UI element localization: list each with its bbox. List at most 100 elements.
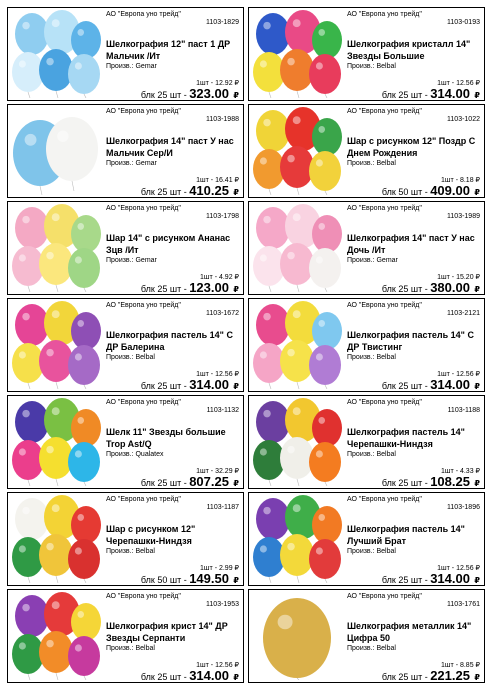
product-row: АО "Европа уно трейд" 1103-1798 Шар 14" … xyxy=(7,201,485,295)
product-card[interactable]: АО "Европа уно трейд" 1103-1896 Шелкогра… xyxy=(248,492,485,586)
block-price: блк 25 шт - 380.00 ₽ xyxy=(382,281,480,296)
balloon-string xyxy=(324,578,328,583)
balloon-string xyxy=(296,478,300,486)
balloon xyxy=(280,49,314,91)
balloon-highlight xyxy=(74,62,82,70)
product-card[interactable]: АО "Европа уно трейд" 1103-1829 Шелкогра… xyxy=(7,7,244,101)
product-name: Шар с рисунком 12" Поздр С Днем Рождения xyxy=(347,136,476,158)
balloons-ballerina-icon xyxy=(12,301,101,389)
supplier-name: АО "Европа уно трейд" xyxy=(347,593,422,600)
product-card[interactable]: АО "Европа уно трейд" 1103-1132 Шелк 11"… xyxy=(7,395,244,489)
block-quantity: блк 25 шт - xyxy=(381,90,431,100)
product-code: 1103-0193 xyxy=(447,19,480,26)
balloon-highlight xyxy=(292,213,301,222)
product-card[interactable]: АО "Европа уно трейд" 1103-1988 Шелкогра… xyxy=(7,104,244,198)
balloon-string xyxy=(324,384,328,389)
balloon-highlight xyxy=(292,310,301,319)
balloon-highlight xyxy=(18,351,26,359)
product-image xyxy=(251,10,343,98)
balloon xyxy=(68,248,100,288)
manufacturer: Произв.: Belbal xyxy=(106,354,155,361)
balloon-string xyxy=(55,478,59,486)
balloon-string xyxy=(27,576,31,583)
balloon-highlight xyxy=(22,21,30,30)
block-price: блк 25 шт - 807.25 ₽ xyxy=(141,475,239,490)
manufacturer: Произв.: Qualatex xyxy=(106,451,164,458)
currency-sign: ₽ xyxy=(474,673,480,682)
balloon xyxy=(312,21,342,59)
balloon-string xyxy=(55,381,59,389)
product-code: 1103-1188 xyxy=(447,407,480,414)
product-card[interactable]: АО "Европа уно трейд" 1103-1989 Шелкогра… xyxy=(248,201,485,295)
balloon-string xyxy=(268,188,272,195)
block-total: 108.25 xyxy=(430,474,470,489)
balloon-highlight xyxy=(74,547,82,555)
balloons-pineapple-icon xyxy=(12,204,101,292)
balloon xyxy=(39,340,73,382)
balloon-highlight xyxy=(263,21,271,30)
product-row: АО "Европа уно трейд" 1103-1187 Шар с ри… xyxy=(7,492,485,586)
balloon xyxy=(312,215,342,253)
balloon-highlight xyxy=(18,642,26,650)
balloon-string xyxy=(296,284,300,292)
block-quantity: блк 25 шт - xyxy=(140,381,190,391)
balloon-highlight xyxy=(277,614,293,630)
balloon-highlight xyxy=(263,506,271,515)
product-card[interactable]: АО "Европа уно трейд" 1103-1672 Шелкогра… xyxy=(7,298,244,392)
block-total: 323.00 xyxy=(189,86,229,101)
product-name: Шелкография крист 14" ДР Звезды Серпанти xyxy=(106,621,228,643)
balloon xyxy=(309,442,341,482)
product-code: 1103-1829 xyxy=(206,19,239,26)
balloon-highlight xyxy=(287,542,295,551)
balloon-highlight xyxy=(263,215,271,224)
product-card[interactable]: АО "Европа уно трейд" 1103-1953 Шелкогра… xyxy=(7,589,244,683)
balloons-best-brother-icon xyxy=(253,495,342,583)
balloon xyxy=(71,215,101,253)
product-card[interactable]: АО "Европа уно трейд" 1103-1188 Шелкогра… xyxy=(248,395,485,489)
currency-sign: ₽ xyxy=(474,285,480,294)
product-card[interactable]: АО "Европа уно трейд" 1103-1022 Шар с ри… xyxy=(248,104,485,198)
product-image xyxy=(251,495,343,583)
balloon xyxy=(15,498,49,540)
product-code: 1103-1953 xyxy=(206,601,239,608)
block-total: 123.00 xyxy=(189,280,229,295)
balloon-highlight xyxy=(315,159,323,167)
product-card[interactable]: АО "Европа уно трейд" 1103-0193 Шелкогра… xyxy=(248,7,485,101)
block-quantity: блк 50 шт - xyxy=(140,575,190,585)
balloons-heart-icon xyxy=(13,117,98,195)
balloon-highlight xyxy=(51,213,60,222)
product-card[interactable]: АО "Европа уно трейд" 1103-1798 Шар 14" … xyxy=(7,201,244,295)
product-card[interactable]: АО "Европа уно трейд" 1103-1761 Шелкогра… xyxy=(248,589,485,683)
balloons-number-one-icon xyxy=(12,10,101,98)
manufacturer: Произв.: Belbal xyxy=(347,63,396,70)
product-image xyxy=(251,107,343,195)
balloon xyxy=(309,151,341,191)
supplier-name: АО "Европа уно трейд" xyxy=(106,593,181,600)
balloon xyxy=(68,539,100,579)
balloon-string xyxy=(268,479,272,486)
product-image xyxy=(10,301,102,389)
balloon-highlight xyxy=(51,407,60,416)
product-image xyxy=(10,592,102,680)
balloon xyxy=(71,312,101,350)
block-total: 409.00 xyxy=(430,183,470,198)
block-price: блк 25 шт - 323.00 ₽ xyxy=(141,86,239,102)
currency-sign: ₽ xyxy=(474,91,480,100)
balloon-string xyxy=(83,578,87,583)
balloon-highlight xyxy=(22,409,30,418)
balloon-highlight xyxy=(315,547,323,555)
balloon xyxy=(263,598,331,678)
currency-sign: ₽ xyxy=(233,91,239,100)
balloon-string xyxy=(55,672,59,680)
balloon xyxy=(15,13,49,55)
product-code: 1103-1798 xyxy=(206,213,239,220)
balloon xyxy=(68,345,100,385)
product-row: АО "Европа уно трейд" 1103-1132 Шелк 11"… xyxy=(7,395,485,489)
product-card[interactable]: АО "Европа уно трейд" 1103-2121 Шелкогра… xyxy=(248,298,485,392)
balloon xyxy=(256,498,290,540)
balloon-highlight xyxy=(315,353,323,361)
balloon-string xyxy=(27,479,31,486)
product-image xyxy=(251,398,343,486)
product-card[interactable]: АО "Европа уно трейд" 1103-1187 Шар с ри… xyxy=(7,492,244,586)
currency-sign: ₽ xyxy=(233,285,239,294)
